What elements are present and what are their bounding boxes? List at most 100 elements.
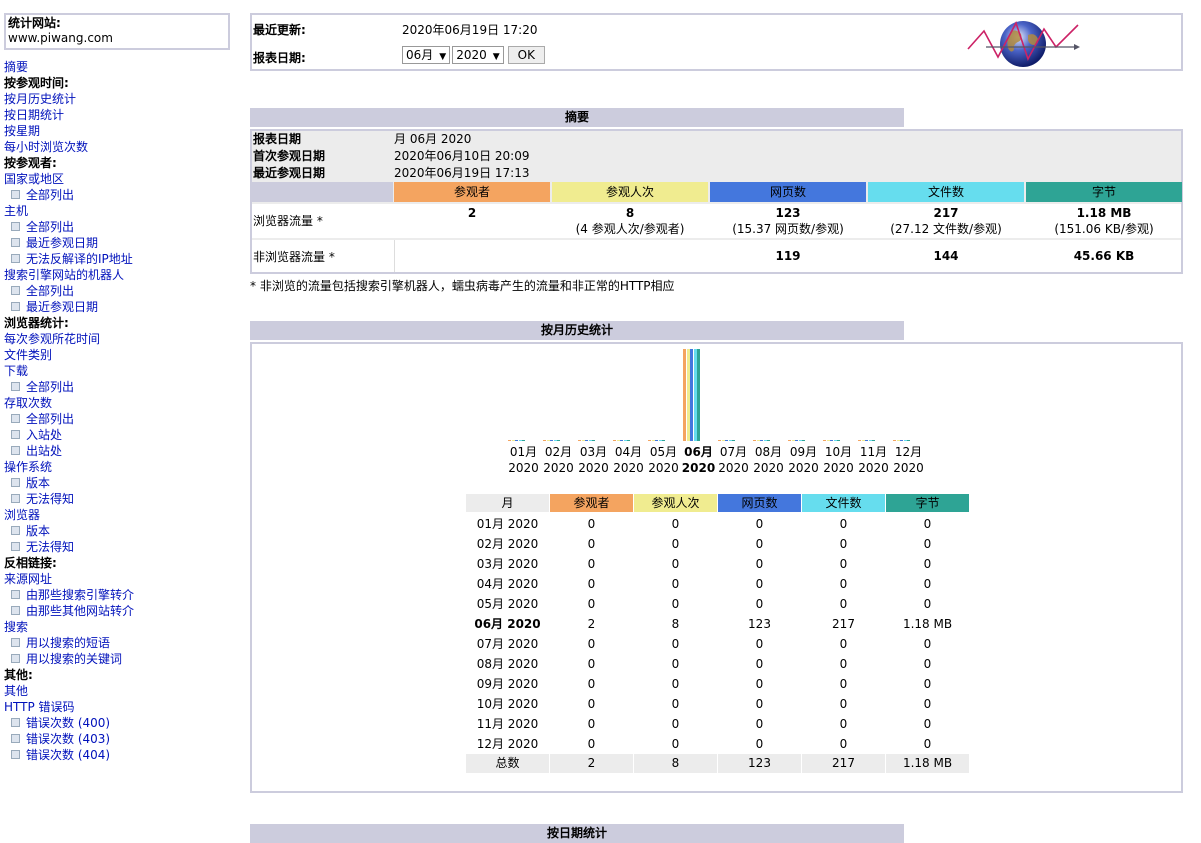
menu-item[interactable]: 其他 [4,683,244,699]
browser-pages-value: 123 [775,206,801,220]
table-cell: 0 [671,737,680,751]
menu-item[interactable]: 错误次数 (404) [4,747,244,763]
menu-item[interactable]: 操作系统 [4,459,244,475]
menu-item[interactable]: 版本 [4,523,244,539]
menu-item[interactable]: 由那些搜索引擎转介 [4,587,244,603]
menu-item-label: 入站处 [26,428,63,442]
table-cell: 0 [839,537,848,551]
browser-bytes-sub: (151.06 KB/参观) [1054,222,1154,236]
table-cell: 0 [923,577,932,591]
menu-item[interactable]: 按日期统计 [4,107,244,123]
month-select[interactable]: 06月 ▼ [402,46,451,64]
table-cell: 0 [755,737,764,751]
chart-month-name: 10月 [824,445,853,459]
chart-month-name: 03月 [579,445,608,459]
menu-item[interactable]: 错误次数 (403) [4,731,244,747]
menu-item[interactable]: 下载 [4,363,244,379]
chart-month-year: 2020 [508,461,539,475]
menu-item[interactable]: 每次参观所花时间 [4,331,244,347]
table-total-cell: 217 [802,754,885,773]
menu-item[interactable]: 全部列出 [4,283,244,299]
menu-item[interactable]: 最近参观日期 [4,299,244,315]
menu-item[interactable]: 存取次数 [4,395,244,411]
menu-item-label: 版本 [26,524,51,538]
daily-title: 按日期统计 [250,824,904,843]
menu-item[interactable]: 错误次数 (400) [4,715,244,731]
table-cell: 1.18 MB [902,617,953,631]
table-cell: 0 [755,557,764,571]
menu-item-label: HTTP 错误码 [4,700,75,714]
table-cell: 0 [671,577,680,591]
year-select[interactable]: 2020 ▼ [452,46,504,64]
menu-item-label: 其他: [4,668,33,682]
menu-item[interactable]: 入站处 [4,427,244,443]
menu-item[interactable]: 无法得知 [4,539,244,555]
menu-item[interactable]: 出站处 [4,443,244,459]
summary-header-files: 文件数 [868,182,1024,202]
menu-item[interactable]: 无法得知 [4,491,244,507]
chart-month-label: 02月 2020 [541,444,576,476]
table-total-cell: 2 [550,754,633,773]
sub-item-bullet-icon [11,590,20,599]
table-cell: 0 [839,637,848,651]
menu-item-label: 按星期 [4,124,41,138]
menu-item[interactable]: 全部列出 [4,187,244,203]
chart-month-name: 04月 [614,445,643,459]
menu-item[interactable]: 全部列出 [4,219,244,235]
table-cell: 0 [587,677,596,691]
nonbrowser-pages: 119 [775,249,801,263]
table-total-cell: 123 [718,754,801,773]
menu-item[interactable]: 文件类别 [4,347,244,363]
table-cell: 0 [755,637,764,651]
menu-item[interactable]: 每小时浏览次数 [4,139,244,155]
menu-item[interactable]: 国家或地区 [4,171,244,187]
ok-button[interactable]: OK [507,46,545,64]
menu-item-label: 最近参观日期 [26,300,99,314]
menu-item[interactable]: 用以搜索的短语 [4,635,244,651]
table-header: 网页数 [718,494,801,512]
dropdown-arrow-icon: ▼ [439,52,447,62]
sub-item-bullet-icon [11,494,20,503]
table-row-month: 07月 2020 [476,637,539,651]
menu-item[interactable]: 无法反解译的IP地址 [4,251,244,267]
menu-item-label: 全部列出 [26,380,75,394]
menu-item-label: 每小时浏览次数 [4,140,89,154]
chart-month-year: 2020 [893,461,924,475]
menu-item[interactable]: 摘要 [4,59,244,75]
menu-item[interactable]: 全部列出 [4,379,244,395]
menu-item[interactable]: 来源网址 [4,571,244,587]
menu-item[interactable]: 版本 [4,475,244,491]
chart-month-label: 12月 2020 [891,444,926,476]
menu-item[interactable]: 用以搜索的关键词 [4,651,244,667]
menu-item[interactable]: 最近参观日期 [4,235,244,251]
nonbrowser-bytes: 45.66 KB [1073,249,1135,263]
table-cell: 0 [587,557,596,571]
menu-item[interactable]: HTTP 错误码 [4,699,244,715]
monthly-title: 按月历史统计 [250,321,904,340]
site-value: www.piwang.com [8,31,113,45]
table-cell: 0 [671,677,680,691]
menu-item[interactable]: 搜索 [4,619,244,635]
site-label: 统计网站: [8,16,61,30]
nonbrowser-traffic-label: 非浏览器流量 * [253,250,335,264]
chart-month-name: 12月 [894,445,923,459]
menu-item[interactable]: 按星期 [4,123,244,139]
browser-bytes-value: 1.18 MB [1076,206,1132,220]
table-total-label: 总数 [466,754,549,773]
chart-month-year: 2020 [858,461,889,475]
chart-bar [907,440,910,441]
menu-item[interactable]: 搜索引擎网站的机器人 [4,267,244,283]
summary-value: 2020年06月19日 17:13 [394,166,530,180]
menu-item[interactable]: 由那些其他网站转介 [4,603,244,619]
table-cell: 0 [923,737,932,751]
menu-item[interactable]: 按月历史统计 [4,91,244,107]
table-cell: 2 [587,617,596,631]
menu-item[interactable]: 全部列出 [4,411,244,427]
menu-item[interactable]: 主机 [4,203,244,219]
month-select-value: 06月 [406,48,434,62]
chart-month-label: 03月 2020 [576,444,611,476]
chart-month-label: 09月 2020 [786,444,821,476]
menu-item[interactable]: 浏览器 [4,507,244,523]
table-total-cell: 8 [634,754,717,773]
table-cell: 0 [587,517,596,531]
